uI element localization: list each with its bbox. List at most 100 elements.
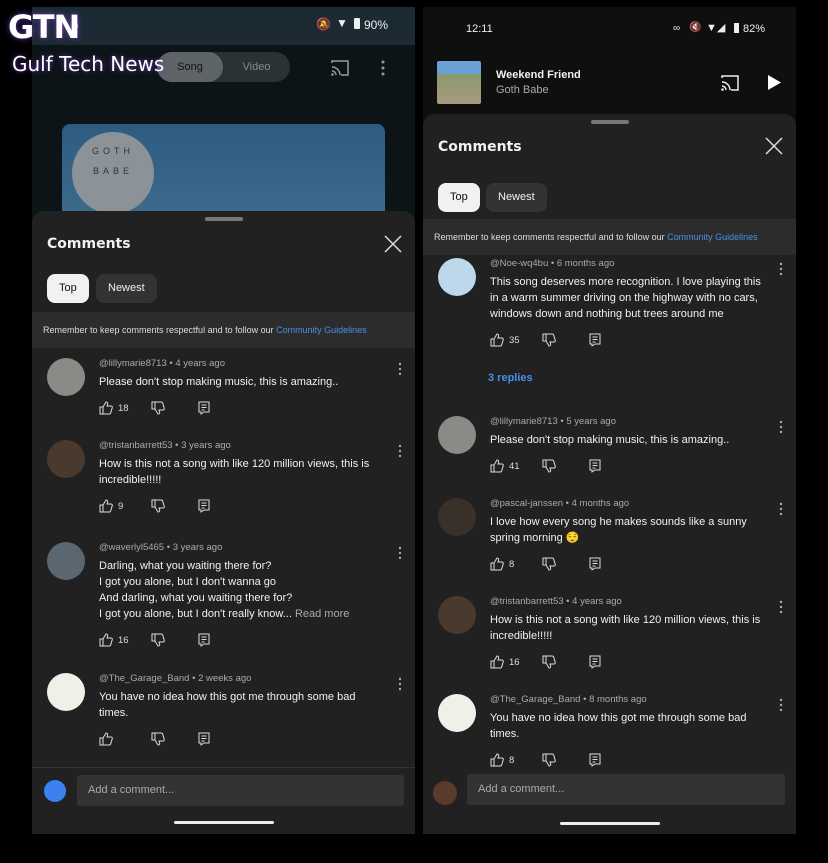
- dislike-button[interactable]: [151, 732, 197, 746]
- comment-handle[interactable]: @Noe-wq4bu: [490, 258, 548, 269]
- comment-more-icon[interactable]: [776, 698, 786, 712]
- dislike-button[interactable]: [542, 655, 588, 669]
- comment-more-icon[interactable]: [395, 362, 405, 376]
- like-count: 16: [118, 634, 129, 646]
- play-icon[interactable]: [768, 75, 781, 90]
- like-button[interactable]: 8: [490, 753, 542, 767]
- like-button[interactable]: 8: [490, 557, 542, 571]
- reply-button[interactable]: [588, 459, 602, 473]
- battery-icon: [734, 23, 739, 33]
- like-button[interactable]: 18: [99, 401, 151, 415]
- reply-button[interactable]: [588, 333, 602, 347]
- comment-more-icon[interactable]: [776, 420, 786, 434]
- like-button[interactable]: [99, 732, 151, 746]
- reply-button[interactable]: [588, 557, 602, 571]
- like-count: 8: [509, 754, 515, 766]
- comment-more-icon[interactable]: [776, 262, 786, 276]
- comment-handle[interactable]: @tristanbarrett53: [99, 440, 173, 451]
- comment-more-icon[interactable]: [776, 502, 786, 516]
- user-avatar: [44, 780, 66, 802]
- home-indicator[interactable]: [559, 822, 660, 825]
- comment-handle[interactable]: @lillymarie8713: [490, 416, 558, 427]
- dislike-button[interactable]: [542, 557, 588, 571]
- community-guidelines-link[interactable]: Community Guidelines: [667, 232, 758, 242]
- like-button[interactable]: 9: [99, 499, 151, 513]
- cast-icon[interactable]: [330, 59, 350, 77]
- comment-actions: 9: [99, 498, 383, 514]
- comment-actions: 16: [99, 632, 383, 648]
- toggle-video[interactable]: Video: [223, 52, 290, 82]
- comment-text: You have no idea how this got me through…: [490, 710, 764, 742]
- commenter-avatar[interactable]: [438, 498, 476, 536]
- reply-button[interactable]: [588, 753, 602, 767]
- comment-handle[interactable]: @waverlyl5465: [99, 542, 164, 553]
- close-icon[interactable]: [763, 135, 785, 157]
- comment-meta: @The_Garage_Band • 8 months ago: [490, 694, 647, 705]
- comment-handle[interactable]: @The_Garage_Band: [490, 694, 580, 705]
- close-icon[interactable]: [382, 233, 404, 255]
- add-comment-input[interactable]: Add a comment...: [467, 774, 785, 805]
- thumbs-down-icon: [542, 459, 588, 473]
- more-options-icon[interactable]: [380, 59, 386, 77]
- dislike-button[interactable]: [542, 333, 588, 347]
- comments-sheet: Comments Top Newest Remember to keep com…: [423, 114, 796, 834]
- user-avatar: [433, 781, 457, 805]
- toggle-song[interactable]: Song: [157, 52, 223, 82]
- dislike-button[interactable]: [151, 499, 197, 513]
- battery-level: 90%: [364, 18, 389, 32]
- commenter-avatar[interactable]: [47, 673, 85, 711]
- thumbs-down-icon: [542, 753, 588, 767]
- commenter-avatar[interactable]: [47, 440, 85, 478]
- dislike-button[interactable]: [151, 401, 197, 415]
- comment-handle[interactable]: @lillymarie8713: [99, 358, 167, 369]
- comment-handle[interactable]: @pascal-janssen: [490, 498, 563, 509]
- commenter-avatar[interactable]: [47, 358, 85, 396]
- comment-actions: 18: [99, 400, 383, 416]
- commenter-avatar[interactable]: [438, 258, 476, 296]
- comment-handle[interactable]: @tristanbarrett53: [490, 596, 564, 607]
- commenter-avatar[interactable]: [438, 596, 476, 634]
- chip-top[interactable]: Top: [47, 274, 89, 303]
- thumbs-down-icon: [542, 655, 588, 669]
- thumbs-up-icon: [490, 655, 504, 669]
- comment-more-icon[interactable]: [395, 677, 405, 691]
- comment-input-bar: Add a comment...: [32, 767, 415, 815]
- chip-newest[interactable]: Newest: [96, 274, 157, 303]
- reply-button[interactable]: [197, 401, 211, 415]
- comment-more-icon[interactable]: [776, 600, 786, 614]
- drag-handle[interactable]: [590, 120, 629, 124]
- like-button[interactable]: 41: [490, 459, 542, 473]
- now-playing-thumbnail[interactable]: [437, 61, 481, 104]
- commenter-avatar[interactable]: [438, 694, 476, 732]
- comment-meta: @waverlyl5465 • 3 years ago: [99, 542, 223, 553]
- reply-button[interactable]: [197, 499, 211, 513]
- commenter-avatar[interactable]: [438, 416, 476, 454]
- comment-more-icon[interactable]: [395, 444, 405, 458]
- drag-handle[interactable]: [204, 217, 243, 221]
- reply-button[interactable]: [588, 655, 602, 669]
- wifi-signal-icon: ▼◢: [706, 22, 726, 34]
- dislike-button[interactable]: [542, 459, 588, 473]
- comment-handle[interactable]: @The_Garage_Band: [99, 673, 189, 684]
- comment-more-icon[interactable]: [395, 546, 405, 560]
- chip-newest[interactable]: Newest: [486, 183, 547, 212]
- like-button[interactable]: 16: [490, 655, 542, 669]
- read-more-link[interactable]: Read more: [295, 608, 349, 620]
- community-guidelines-link[interactable]: Community Guidelines: [276, 325, 367, 335]
- thumbs-up-icon: [99, 401, 113, 415]
- view-replies-button[interactable]: 3 replies: [488, 372, 533, 384]
- commenter-avatar[interactable]: [47, 542, 85, 580]
- comment-actions: 8: [490, 752, 764, 768]
- add-comment-input[interactable]: Add a comment...: [77, 775, 404, 806]
- reply-button[interactable]: [197, 633, 211, 647]
- reply-button[interactable]: [197, 732, 211, 746]
- like-button[interactable]: 16: [99, 633, 151, 647]
- home-indicator[interactable]: [173, 821, 274, 824]
- chip-top[interactable]: Top: [438, 183, 480, 212]
- dislike-button[interactable]: [151, 633, 197, 647]
- like-button[interactable]: 35: [490, 333, 542, 347]
- comment-meta: @lillymarie8713 • 4 years ago: [99, 358, 225, 369]
- cast-icon[interactable]: [720, 74, 740, 92]
- now-playing-title[interactable]: Weekend Friend: [496, 69, 581, 81]
- dislike-button[interactable]: [542, 753, 588, 767]
